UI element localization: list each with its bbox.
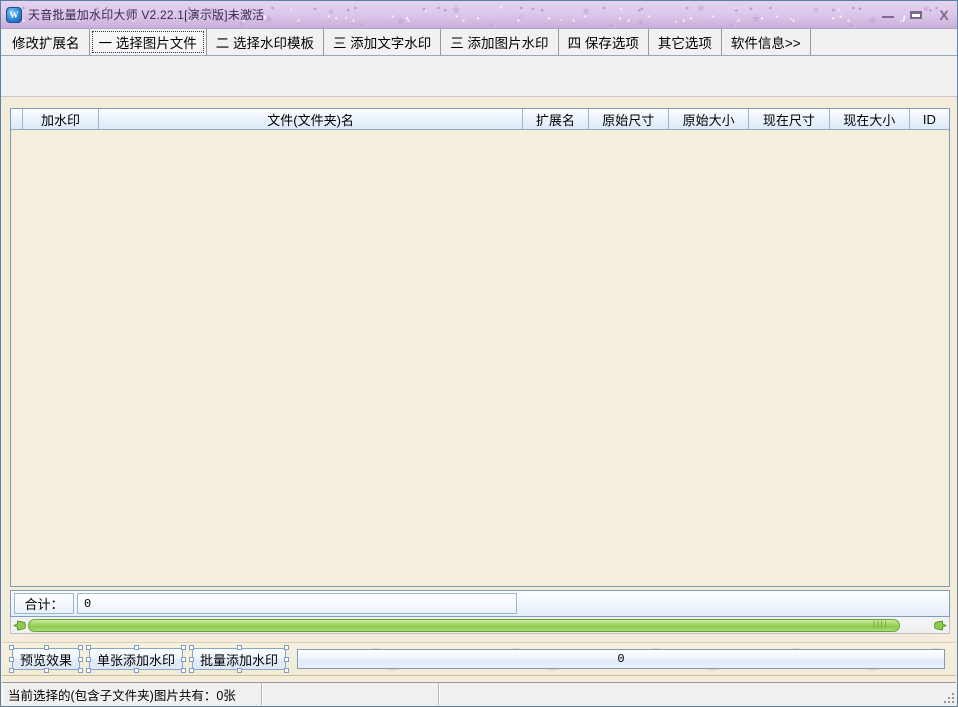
file-list-body[interactable] <box>11 130 949 586</box>
scroll-thumb[interactable] <box>28 618 900 632</box>
column-header-current-size[interactable]: 现在大小 <box>830 109 910 129</box>
action-bar: 预览效果 单张添加水印 批量添加水印 0 <box>2 642 956 676</box>
column-header-filename[interactable]: 文件(文件夹)名 <box>99 109 524 129</box>
progress-value: 0 <box>617 652 625 666</box>
column-header-current-dimensions[interactable]: 现在尺寸 <box>749 109 830 129</box>
tab-add-image-watermark[interactable]: 三 添加图片水印 <box>441 29 559 55</box>
column-label: 原始大小 <box>682 112 735 128</box>
total-label: 合计： <box>14 593 74 614</box>
batch-watermark-label: 批量添加水印 <box>200 652 279 668</box>
tab-label: 三 添加图片水印 <box>450 36 549 51</box>
scroll-track[interactable] <box>28 617 932 633</box>
window-controls: X <box>881 1 951 28</box>
total-value: 0 <box>77 593 517 614</box>
column-label: 现在大小 <box>843 112 896 128</box>
single-watermark-button[interactable]: 单张添加水印 <box>86 645 187 673</box>
column-label: ID <box>922 111 936 127</box>
app-icon <box>6 6 22 23</box>
tab-label: 软件信息>> <box>730 36 801 51</box>
application-window: 天音批量加水印大师 V2.22.1[演示版]未激活 X 修改扩展名 一 选择图片… <box>0 0 958 707</box>
single-watermark-label: 单张添加水印 <box>97 652 176 668</box>
title-bar: 天音批量加水印大师 V2.22.1[演示版]未激活 X <box>1 1 957 29</box>
preview-label: 预览效果 <box>20 652 73 668</box>
column-label: 文件(文件夹)名 <box>267 112 354 128</box>
file-toolbar: F 添加文件... P 添加文件夹... 包含子文件夹 S 移 <box>1 56 957 149</box>
minimize-button[interactable] <box>881 8 895 22</box>
column-header-selector[interactable] <box>11 109 23 129</box>
status-bar: 当前选择的(包含子文件夹)图片共有：0张 <box>2 682 956 705</box>
column-label: 原始尺寸 <box>602 112 655 128</box>
column-label: 扩展名 <box>535 112 575 128</box>
resize-grip-icon[interactable] <box>941 690 954 703</box>
scroll-left-arrow-icon[interactable] <box>11 618 28 633</box>
column-header-id[interactable]: ID <box>910 109 949 129</box>
tab-label: 其它选项 <box>657 36 712 51</box>
tab-label: 一 选择图片文件 <box>98 36 197 51</box>
column-header-extension[interactable]: 扩展名 <box>523 109 589 129</box>
progress-bar: 0 <box>297 649 945 669</box>
scroll-right-arrow-icon[interactable] <box>932 618 949 633</box>
status-cell-2 <box>262 683 439 705</box>
column-header-original-dimensions[interactable]: 原始尺寸 <box>589 109 669 129</box>
batch-watermark-button[interactable]: 批量添加水印 <box>189 645 290 673</box>
column-header-original-size[interactable]: 原始大小 <box>669 109 750 129</box>
status-cell-3 <box>439 683 956 705</box>
tab-label: 二 选择水印模板 <box>215 36 315 51</box>
close-button[interactable]: X <box>937 8 951 22</box>
preview-button[interactable]: 预览效果 <box>9 645 84 673</box>
tab-save-options[interactable]: 四 保存选项 <box>559 29 649 55</box>
tab-label: 四 保存选项 <box>567 36 639 51</box>
tab-label: 修改扩展名 <box>12 36 80 51</box>
window-title: 天音批量加水印大师 V2.22.1[演示版]未激活 <box>28 8 265 22</box>
tab-software-info[interactable]: 软件信息>> <box>722 29 811 55</box>
tab-other-options[interactable]: 其它选项 <box>649 29 722 55</box>
main-tab-bar: 修改扩展名 一 选择图片文件 二 选择水印模板 三 添加文字水印 三 添加图片水… <box>1 29 957 56</box>
column-label: 现在尺寸 <box>762 112 815 128</box>
file-list[interactable]: 加水印 文件(文件夹)名 扩展名 原始尺寸 原始大小 现在尺寸 现在大小 ID <box>10 108 950 587</box>
column-header-watermark[interactable]: 加水印 <box>23 109 100 129</box>
status-selected-count: 当前选择的(包含子文件夹)图片共有：0张 <box>2 683 262 705</box>
maximize-button[interactable] <box>909 8 923 22</box>
tab-rename-extension[interactable]: 修改扩展名 <box>3 29 90 55</box>
total-row: 合计： 0 <box>10 590 950 617</box>
column-label: 加水印 <box>40 112 80 128</box>
tab-add-text-watermark[interactable]: 三 添加文字水印 <box>324 29 442 55</box>
tab-label: 三 添加文字水印 <box>333 36 432 51</box>
file-list-header: 加水印 文件(文件夹)名 扩展名 原始尺寸 原始大小 现在尺寸 现在大小 ID <box>11 109 949 130</box>
horizontal-scrollbar[interactable] <box>10 617 950 634</box>
tab-select-watermark-template[interactable]: 二 选择水印模板 <box>207 29 325 55</box>
tab-select-image-files[interactable]: 一 选择图片文件 <box>89 29 207 55</box>
